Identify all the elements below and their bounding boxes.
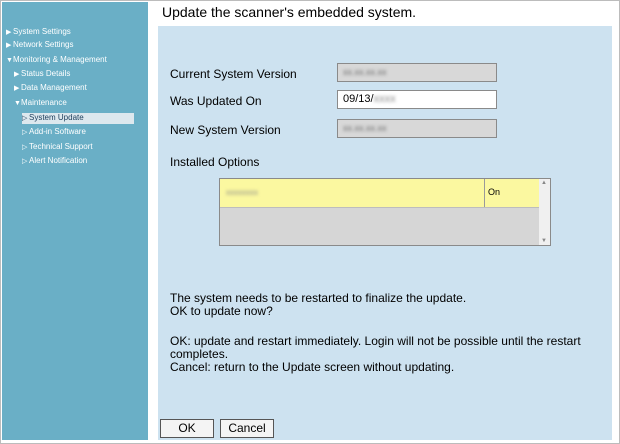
sidebar-item-label: Alert Notification <box>29 156 88 165</box>
current-version-label: Current System Version <box>170 67 297 81</box>
cancel-button[interactable]: Cancel <box>220 419 274 438</box>
ok-explanation-cont: completes. <box>170 347 229 361</box>
sidebar-item-label: Status Details <box>21 69 71 78</box>
sidebar-item-add-in-software[interactable]: ▷ Add-in Software <box>22 127 86 138</box>
sidebar-item-label: Monitoring & Management <box>13 55 107 64</box>
confirm-question: OK to update now? <box>170 304 273 318</box>
sidebar-item-technical-support[interactable]: ▷ Technical Support <box>22 142 93 153</box>
new-version-value: xx.xx.xx.xx <box>343 123 387 133</box>
sidebar-item-system-update[interactable]: ▷ System Update <box>22 113 134 124</box>
sidebar-item-alert-notification[interactable]: ▷ Alert Notification <box>22 156 87 167</box>
table-row[interactable]: xxxxxxxx On <box>220 179 540 208</box>
new-version-field: xx.xx.xx.xx <box>337 119 497 138</box>
ok-explanation: OK: update and restart immediately. Logi… <box>170 334 581 348</box>
triangle-right-outline-icon: ▷ <box>22 158 28 165</box>
current-version-value: xx.xx.xx.xx <box>343 67 387 77</box>
column-divider <box>484 179 485 207</box>
installed-options-list[interactable]: xxxxxxxx On ▲ ▼ <box>219 178 551 246</box>
sidebar-item-status-details[interactable]: ▶ Status Details <box>14 69 70 80</box>
restart-message: The system needs to be restarted to fina… <box>170 291 467 305</box>
sidebar-item-label: Maintenance <box>21 98 67 107</box>
updated-on-year: xxxx <box>373 93 396 105</box>
installed-options-label: Installed Options <box>170 155 260 169</box>
sidebar-item-label: System Settings <box>13 27 71 36</box>
current-version-field: xx.xx.xx.xx <box>337 63 497 82</box>
triangle-right-icon: ▶ <box>6 42 12 49</box>
sidebar-item-system-settings[interactable]: ▶ System Settings <box>6 27 71 38</box>
sidebar-item-label: Network Settings <box>13 40 74 49</box>
triangle-right-icon: ▶ <box>6 29 12 36</box>
triangle-right-icon: ▶ <box>14 71 20 78</box>
sidebar-item-monitoring-management[interactable]: ▼Monitoring & Management <box>6 55 107 66</box>
triangle-right-icon: ▶ <box>14 85 20 92</box>
triangle-right-outline-icon: ▷ <box>22 144 28 151</box>
scrollbar[interactable]: ▲ ▼ <box>539 179 550 245</box>
sidebar-item-label: Add-in Software <box>29 127 86 136</box>
sidebar-item-label: Data Management <box>21 83 87 92</box>
triangle-right-outline-icon: ▷ <box>22 129 28 136</box>
updated-on-field: 09/13/xxxx <box>337 90 497 109</box>
new-version-label: New System Version <box>170 123 281 137</box>
ok-button[interactable]: OK <box>160 419 214 438</box>
updated-on-label: Was Updated On <box>170 94 262 108</box>
sidebar-item-label: Technical Support <box>29 142 93 151</box>
scroll-up-icon[interactable]: ▲ <box>541 180 547 186</box>
triangle-right-outline-icon: ▷ <box>22 115 28 122</box>
sidebar-item-data-management[interactable]: ▶ Data Management <box>14 83 87 94</box>
sidebar <box>2 2 148 440</box>
sidebar-item-network-settings[interactable]: ▶ Network Settings <box>6 40 73 51</box>
option-name: xxxxxxxx <box>226 188 258 197</box>
cancel-explanation: Cancel: return to the Update screen with… <box>170 360 455 374</box>
sidebar-item-label: System Update <box>29 113 84 122</box>
scroll-down-icon[interactable]: ▼ <box>541 238 547 244</box>
option-status: On <box>488 187 501 197</box>
updated-on-value: 09/13/ <box>343 93 374 105</box>
sidebar-item-maintenance[interactable]: ▼Maintenance <box>14 98 67 109</box>
triangle-down-icon: ▼ <box>6 57 13 64</box>
triangle-down-icon: ▼ <box>14 100 21 107</box>
page-title: Update the scanner's embedded system. <box>162 4 417 20</box>
